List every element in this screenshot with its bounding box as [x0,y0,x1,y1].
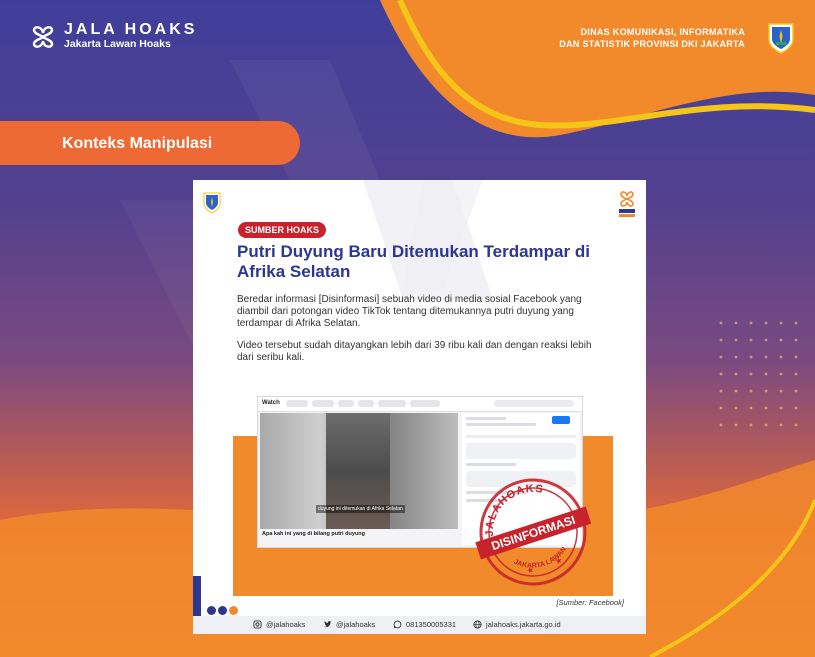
watch-tab: Watch [262,400,280,406]
description-paragraph-2: Video tersebut sudah ditayangkan lebih d… [237,340,592,363]
nav-pill [410,400,440,407]
brand-header: JALA HOAKS Jakarta Lawan Hoaks [30,22,197,51]
video-caption: duyung ini ditemukan di Afrika Selatan [316,505,405,513]
screenshot-topbar: Watch [258,397,582,412]
card-jalahoaks-logo-icon [619,191,635,217]
twitter-handle: @jalahoaks [336,620,376,629]
agency-line-2: DAN STATISTIK PROVINSI DKI JAKARTA [559,39,745,49]
globe-icon [473,620,482,629]
follow-button-shape [552,416,570,424]
nav-pill [338,400,354,407]
instagram-handle: @jalahoaks [266,620,306,629]
divider [466,435,576,438]
comment-bubble [466,443,576,459]
comment-line [466,423,536,426]
screenshot-search-box [494,400,574,407]
dki-jakarta-emblem-icon [768,23,794,54]
whatsapp-number: 081350005331 [406,620,457,629]
dot [207,606,216,615]
dot [229,606,238,615]
jalahoaks-logo-icon [32,25,54,48]
agency-line-1: DINAS KOMUNIKASI, INFORMATIKA [580,27,745,37]
description-paragraph-1: Beredar informasi [Disinformasi] sebuah … [237,294,582,329]
source-badge: SUMBER HOAKS [238,222,327,238]
hoax-description: Beredar informasi [Disinformasi] sebuah … [237,294,597,374]
nav-pill [358,400,374,407]
nav-pill [312,400,334,407]
website-url: jalahoaks.jakarta.go.id [486,620,561,629]
dot [218,606,227,615]
video-frame: duyung ini ditemukan di Afrika Selatan [260,413,458,529]
section-label: Konteks Manipulasi [0,121,300,165]
decorative-dot-grid [719,321,798,427]
comment-line [466,417,506,420]
hoax-headline: Putri Duyung Baru Ditemukan Terdampar di… [237,242,590,281]
stamp-main-text: DISINFORMASI [490,513,577,553]
video-post-title: Apa kah ini yang di bilang putri duyung [262,531,365,537]
card-accent-bar [193,576,201,616]
footer-instagram[interactable]: @jalahoaks [253,620,305,629]
brand-name: JALA HOAKS [64,21,198,38]
brand-tagline: Jakarta Lawan Hoaks [64,38,171,50]
section-label-text: Konteks Manipulasi [62,135,213,152]
disinformasi-stamp: JALAHOAKS DISINFORMASI JAKARTA LAWAN ★ ★ [473,477,592,586]
card-dki-emblem-icon [203,192,221,214]
twitter-icon [323,621,332,628]
instagram-icon [253,620,262,629]
footer-whatsapp[interactable]: 081350005331 [393,620,456,629]
nav-pill [286,400,308,407]
comment-line [466,463,516,466]
footer-website[interactable]: jalahoaks.jakarta.go.id [473,620,561,629]
nav-pill [378,400,406,407]
source-note: [Sumber: Facebook] [556,598,624,607]
whatsapp-icon [393,620,402,629]
hoax-card: SUMBER HOAKS Putri Duyung Baru Ditemukan… [193,180,646,634]
footer-twitter[interactable]: @jalahoaks [323,620,375,629]
slide: JALA HOAKS Jakarta Lawan Hoaks DINAS KOM… [0,0,815,657]
agency-name: DINAS KOMUNIKASI, INFORMATIKA DAN STATIS… [559,26,745,50]
card-footer: @jalahoaks @jalahoaks 081350005331 jalah… [193,616,646,634]
